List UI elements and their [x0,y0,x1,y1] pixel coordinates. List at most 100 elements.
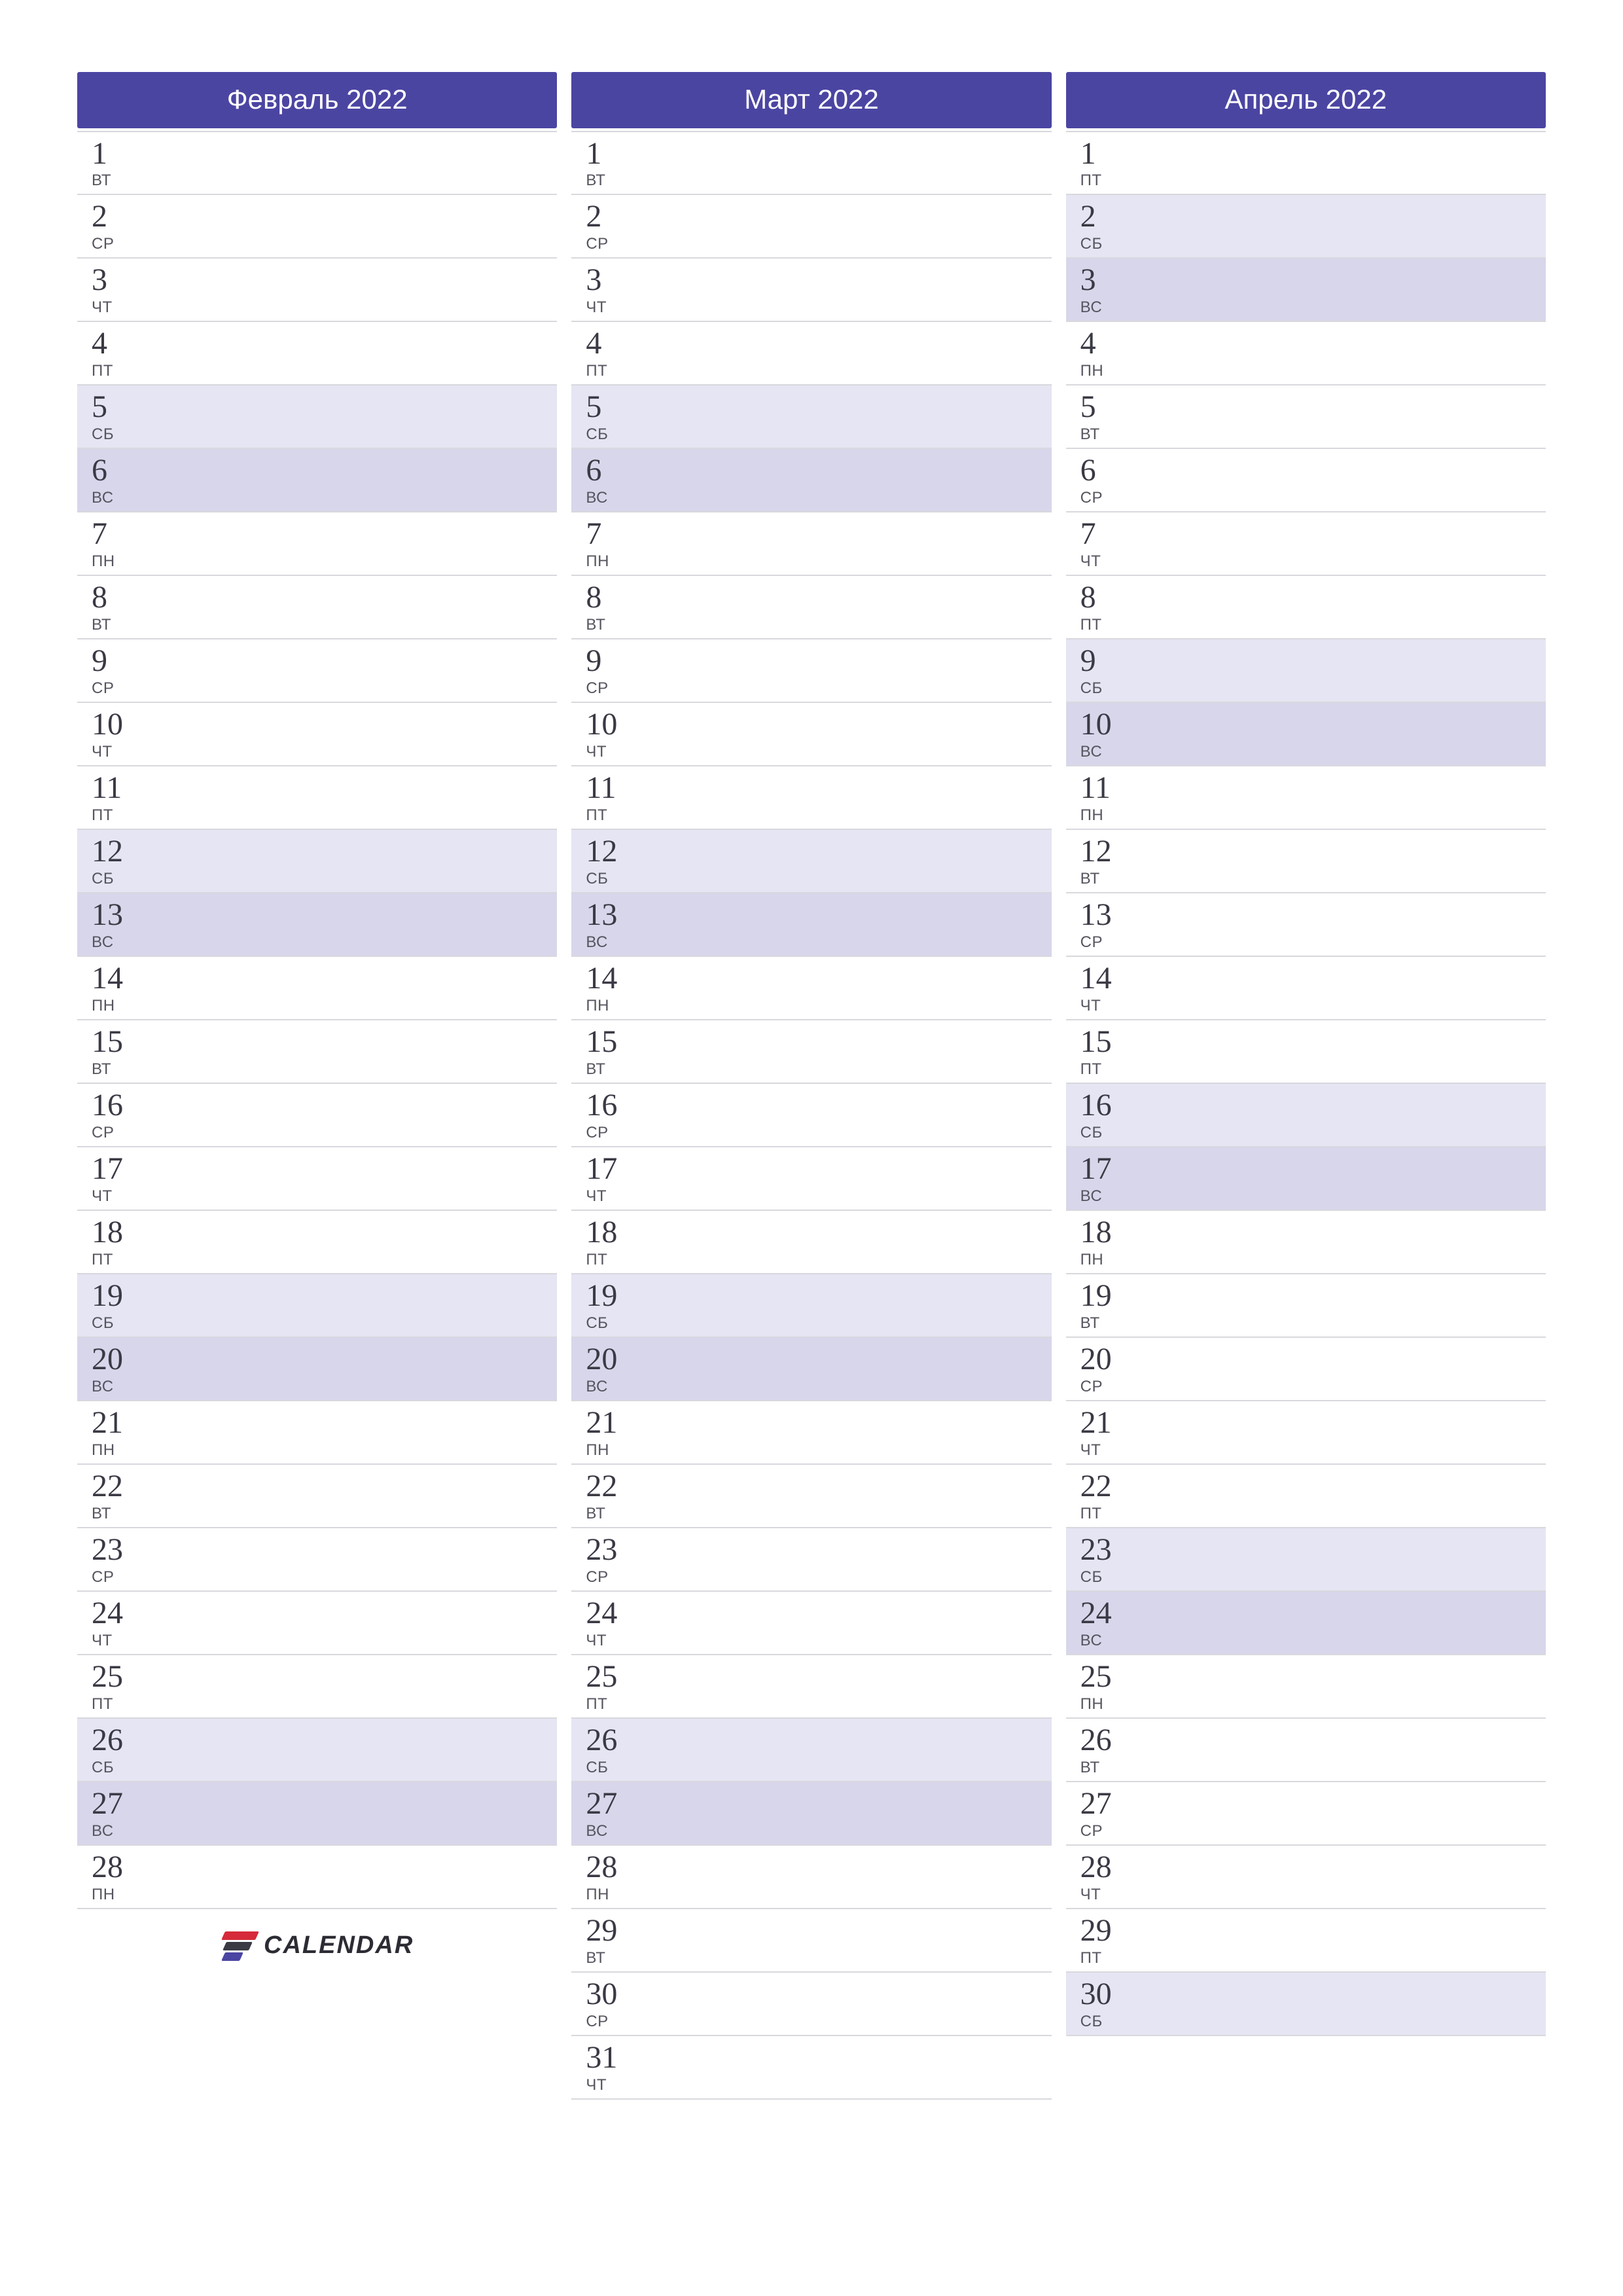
day-cell: 29ПТ [1066,1909,1546,1973]
day-number: 1 [92,137,557,170]
day-of-week: ВС [1080,298,1546,317]
day-cell: 7ПН [77,512,557,576]
day-of-week: ПН [92,1886,557,1904]
day-cell: 12СБ [571,830,1051,893]
day-cell: 16СР [571,1084,1051,1147]
day-number: 13 [92,899,557,931]
day-of-week: ЧТ [586,2076,1051,2094]
day-number: 12 [1080,835,1546,868]
day-cell: 26ВТ [1066,1719,1546,1782]
day-number: 17 [1080,1153,1546,1185]
day-number: 6 [586,454,1051,487]
day-cell: 19СБ [571,1274,1051,1338]
day-number: 25 [586,1660,1051,1693]
day-number: 30 [586,1978,1051,2011]
day-cell: 15ВТ [77,1020,557,1084]
day-number: 15 [586,1026,1051,1058]
day-number: 29 [1080,1914,1546,1947]
day-number: 7 [92,518,557,550]
day-of-week: СР [586,1124,1051,1142]
day-of-week: ПТ [1080,171,1546,190]
day-number: 6 [92,454,557,487]
day-cell: 12СБ [77,830,557,893]
day-number: 7 [586,518,1051,550]
day-of-week: ПН [586,1441,1051,1460]
day-of-week: ВС [1080,743,1546,761]
day-cell: 3ЧТ [77,259,557,322]
day-cell: 4 ПТ [77,322,557,386]
brand-logo: CALENDAR [77,1909,557,1973]
day-cell: 25ПТ [571,1655,1051,1719]
day-of-week: ВТ [1080,425,1546,444]
day-cell: 6ВС [571,449,1051,512]
day-of-week: ВТ [586,1949,1051,1967]
day-number: 16 [1080,1089,1546,1122]
day-number: 16 [92,1089,557,1122]
day-number: 21 [92,1407,557,1439]
day-of-week: ВТ [92,616,557,634]
day-cell: 2СР [77,195,557,259]
day-of-week: ВС [586,933,1051,952]
day-number: 19 [586,1280,1051,1312]
day-of-week: СБ [92,1759,557,1777]
day-number: 28 [1080,1851,1546,1884]
day-number: 10 [92,708,557,741]
day-of-week: СР [1080,1822,1546,1840]
day-cell: 20ВС [77,1338,557,1401]
day-of-week: ЧТ [92,1632,557,1650]
day-cell: 25ПН [1066,1655,1546,1719]
day-of-week: ВТ [586,1505,1051,1523]
day-of-week: ПН [92,997,557,1015]
day-number: 13 [1080,899,1546,931]
day-cell: 1ПТ [1066,131,1546,195]
day-of-week: ЧТ [1080,997,1546,1015]
day-number: 26 [92,1724,557,1757]
day-cell: 3ЧТ [571,259,1051,322]
day-number: 12 [92,835,557,868]
day-of-week: ПН [1080,1251,1546,1269]
day-cell: 13СР [1066,893,1546,957]
day-cell: 1ВТ [571,131,1051,195]
day-of-week: ВС [1080,1187,1546,1206]
month-column: Март 20221ВТ2СР3ЧТ4ПТ5СБ6ВС7ПН8ВТ9СР10ЧТ… [571,72,1051,2100]
day-cell: 25ПТ [77,1655,557,1719]
day-number: 23 [586,1534,1051,1566]
day-of-week: СБ [1080,235,1546,253]
day-number: 4 [1080,327,1546,360]
day-cell: 10 ЧТ [571,703,1051,766]
day-of-week: СР [92,679,557,698]
day-cell: 21ЧТ [1066,1401,1546,1465]
day-number: 17 [92,1153,557,1185]
day-number: 4 [92,327,557,360]
day-number: 4 [586,327,1051,360]
month-column: Апрель 20221ПТ2СБ3ВС4ПН5ВТ6СР7ЧТ8ПТ9СБ10… [1066,72,1546,2100]
month-header: Февраль 2022 [77,72,557,128]
day-of-week: ПТ [92,362,557,380]
day-number: 18 [586,1216,1051,1249]
day-number: 1 [586,137,1051,170]
day-cell: 22ВТ [571,1465,1051,1528]
day-cell: 23СР [571,1528,1051,1592]
day-number: 8 [1080,581,1546,614]
month-header: Март 2022 [571,72,1051,128]
day-cell: 10ВС [1066,703,1546,766]
day-cell: 28ПН [571,1846,1051,1909]
day-of-week: ПН [1080,362,1546,380]
day-of-week: ПТ [1080,1060,1546,1079]
day-cell: 3ВС [1066,259,1546,322]
day-cell: 7ПН [571,512,1051,576]
day-of-week: ПН [1080,1695,1546,1713]
day-cell: 27ВС [571,1782,1051,1846]
day-of-week: ЧТ [586,1632,1051,1650]
day-number: 26 [1080,1724,1546,1757]
day-number: 3 [586,264,1051,296]
day-number: 10 [586,708,1051,741]
day-of-week: ЧТ [586,743,1051,761]
day-cell: 24ЧТ [571,1592,1051,1655]
seven-icon [221,1928,257,1964]
day-cell: 29ВТ [571,1909,1051,1973]
day-of-week: СБ [92,1314,557,1333]
day-cell: 18ПТ [77,1211,557,1274]
day-cell: 5СБ [571,386,1051,449]
day-number: 24 [1080,1597,1546,1630]
